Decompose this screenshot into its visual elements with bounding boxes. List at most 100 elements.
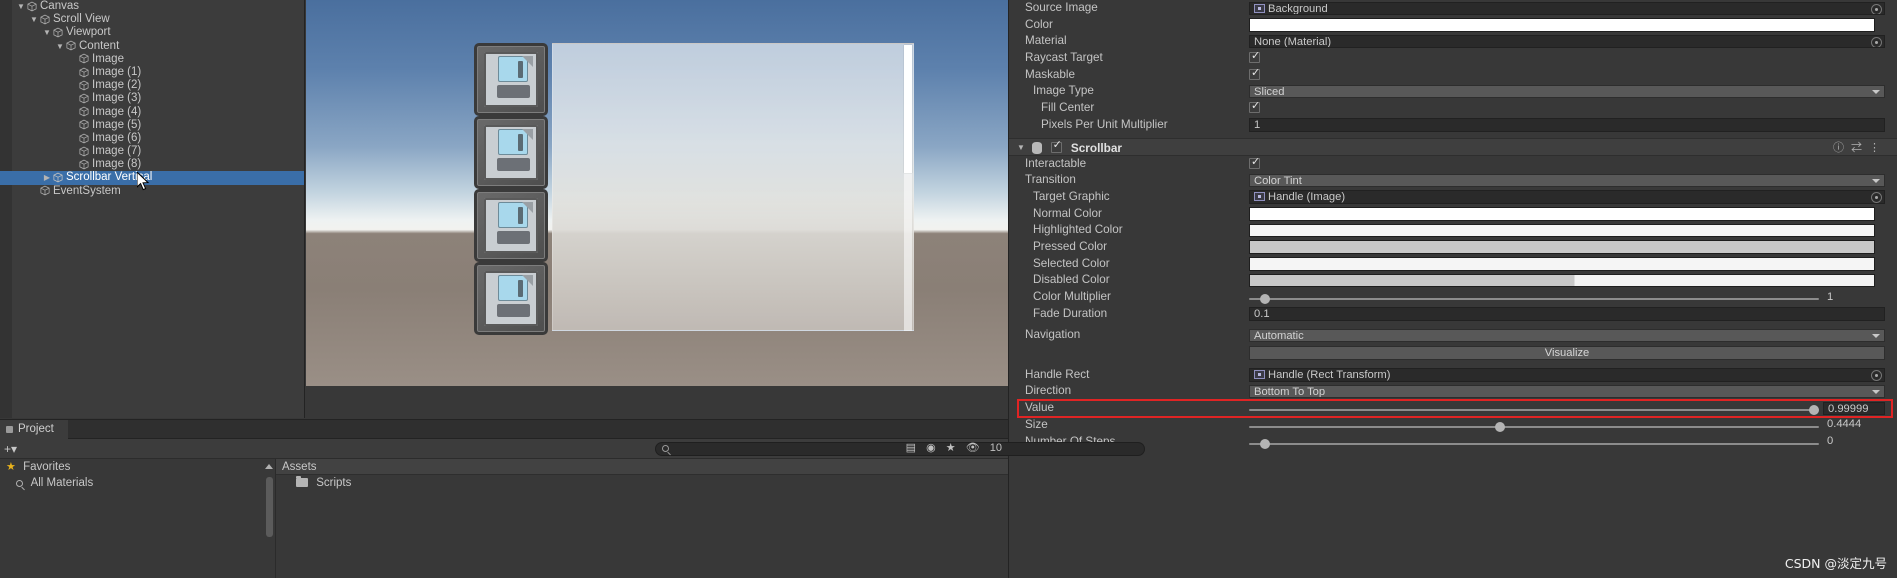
slider-knob[interactable] — [1495, 422, 1505, 432]
project-tree-scrollbar[interactable] — [266, 477, 273, 537]
pressed-color-swatch[interactable] — [1249, 240, 1875, 254]
scene-view[interactable] — [306, 0, 1008, 386]
fade-duration-row[interactable]: Fade Duration 0.1 — [1009, 306, 1897, 323]
scrollbar-enabled-checkbox[interactable] — [1051, 142, 1062, 153]
target-graphic-field[interactable]: Handle (Image) — [1249, 190, 1885, 204]
maskable-row[interactable]: Maskable — [1009, 67, 1897, 84]
color-multiplier-row[interactable]: Color Multiplier 1 — [1009, 289, 1897, 306]
foldout-triangle-icon[interactable]: ▶ — [68, 66, 78, 79]
hierarchy-item-eventsystem[interactable]: ▶EventSystem — [0, 185, 304, 198]
foldout-triangle-icon[interactable]: ▶ — [68, 158, 78, 171]
hierarchy-item-image-8[interactable]: ▶Image (8) — [0, 158, 304, 171]
size-slider[interactable] — [1249, 422, 1819, 432]
navigation-field[interactable]: Automatic — [1249, 329, 1885, 343]
transition-field[interactable]: Color Tint — [1249, 174, 1885, 188]
size-row[interactable]: Size 0.4444 — [1009, 417, 1897, 434]
interactable-row[interactable]: Interactable — [1009, 156, 1897, 173]
object-picker-icon[interactable] — [1871, 37, 1882, 48]
foldout-triangle-icon[interactable]: ▶ — [68, 145, 78, 158]
hierarchy-item-image-3[interactable]: ▶Image (3) — [0, 92, 304, 105]
hierarchy-item-image-4[interactable]: ▶Image (4) — [0, 106, 304, 119]
value-slider[interactable] — [1249, 405, 1819, 415]
hierarchy-item-image-2[interactable]: ▶Image (2) — [0, 79, 304, 92]
foldout-triangle-icon[interactable]: ▶ — [42, 171, 52, 184]
scene-scrollbar-handle[interactable] — [904, 45, 912, 173]
disabled-color-row[interactable]: Disabled Color — [1009, 272, 1897, 289]
normal-color-swatch[interactable] — [1249, 207, 1875, 221]
transition-row[interactable]: Transition Color Tint — [1009, 172, 1897, 189]
fill-center-checkbox[interactable] — [1249, 102, 1260, 113]
number-of-steps-slider[interactable] — [1249, 439, 1819, 449]
hierarchy-tree[interactable]: ▼Canvas▼Scroll View▼Viewport▼Content▶Ima… — [0, 0, 304, 198]
foldout-triangle-icon[interactable]: ▶ — [68, 92, 78, 105]
visualize-button[interactable]: Visualize — [1249, 346, 1885, 360]
disabled-color-swatch[interactable] — [1249, 274, 1875, 288]
project-panel[interactable]: Project +▾ ▤ ◉ ★ 👁 10 ★ Favorites All Ma… — [0, 419, 1008, 578]
color-field[interactable] — [1249, 18, 1875, 32]
image-type-field[interactable]: Sliced — [1249, 85, 1885, 99]
value-row[interactable]: Value 0.99999 — [1009, 400, 1897, 417]
project-toolbar-icons[interactable]: ▤ ◉ ★ 👁 10 — [899, 441, 1002, 454]
hierarchy-item-image-6[interactable]: ▶Image (6) — [0, 132, 304, 145]
normal-color-field[interactable] — [1249, 207, 1875, 221]
hierarchy-item-image-7[interactable]: ▶Image (7) — [0, 145, 304, 158]
scroll-up-arrow[interactable] — [265, 464, 273, 469]
maskable-checkbox[interactable] — [1249, 69, 1260, 80]
source-image-row[interactable]: Source Image Background — [1009, 0, 1897, 17]
navigation-row[interactable]: Navigation Automatic — [1009, 327, 1897, 344]
scripts-row[interactable]: Scripts — [276, 475, 1008, 491]
interactable-checkbox[interactable] — [1249, 158, 1260, 169]
pressed-color-field[interactable] — [1249, 240, 1875, 254]
favorites-row[interactable]: ★ Favorites — [0, 459, 275, 475]
foldout-triangle-icon[interactable]: ▶ — [68, 119, 78, 132]
pixels-per-unit-row[interactable]: Pixels Per Unit Multiplier 1 — [1009, 117, 1897, 134]
selected-color-row[interactable]: Selected Color — [1009, 256, 1897, 273]
foldout-triangle-icon[interactable]: ▶ — [68, 132, 78, 145]
foldout-triangle-icon[interactable]: ▶ — [68, 106, 78, 119]
normal-color-row[interactable]: Normal Color — [1009, 206, 1897, 223]
foldout-triangle-icon[interactable]: ▶ — [68, 53, 78, 66]
all-materials-row[interactable]: All Materials — [0, 475, 275, 491]
material-row[interactable]: Material None (Material) — [1009, 33, 1897, 50]
hidden-count-icon[interactable]: 👁 — [966, 441, 980, 454]
color-multiplier-slider[interactable] — [1249, 294, 1819, 304]
image-type-row[interactable]: Image Type Sliced — [1009, 83, 1897, 100]
inspector-panel[interactable]: Source Image Background Color Material N… — [1008, 0, 1897, 578]
direction-field[interactable]: Bottom To Top — [1249, 385, 1885, 399]
color-swatch[interactable] — [1249, 18, 1875, 32]
raycast-target-checkbox[interactable] — [1249, 52, 1260, 63]
hierarchy-item-canvas[interactable]: ▼Canvas — [0, 0, 304, 13]
hierarchy-panel[interactable]: ▼Canvas▼Scroll View▼Viewport▼Content▶Ima… — [0, 0, 305, 418]
hierarchy-item-content[interactable]: ▼Content — [0, 40, 304, 53]
highlighted-color-swatch[interactable] — [1249, 224, 1875, 238]
object-picker-icon[interactable] — [1871, 192, 1882, 203]
hierarchy-item-image-5[interactable]: ▶Image (5) — [0, 119, 304, 132]
size-value[interactable]: 0.4444 — [1823, 418, 1885, 432]
material-field[interactable]: None (Material) — [1249, 35, 1885, 49]
target-graphic-row[interactable]: Target Graphic Handle (Image) — [1009, 189, 1897, 206]
slider-knob[interactable] — [1260, 294, 1270, 304]
scene-scrollbar-track[interactable] — [904, 45, 912, 331]
handle-rect-row[interactable]: Handle Rect Handle (Rect Transform) — [1009, 367, 1897, 384]
project-tab-bar[interactable]: Project — [0, 420, 1008, 439]
selected-color-swatch[interactable] — [1249, 257, 1875, 271]
filter-type-icon[interactable]: ▤ — [906, 441, 916, 454]
value-number-field[interactable]: 0.99999 — [1823, 402, 1885, 416]
hierarchy-item-scroll-view[interactable]: ▼Scroll View — [0, 13, 304, 26]
project-tree-pane[interactable]: ★ Favorites All Materials — [0, 459, 276, 578]
slider-knob[interactable] — [1260, 439, 1270, 449]
fade-duration-field[interactable]: 0.1 — [1249, 307, 1885, 321]
foldout-triangle-icon[interactable]: ▼ — [29, 13, 39, 26]
project-body[interactable]: ★ Favorites All Materials Assets Scripts — [0, 459, 1008, 578]
foldout-triangle-icon[interactable]: ▼ — [42, 26, 52, 39]
foldout-triangle-icon[interactable]: ▶ — [29, 185, 39, 198]
color-multiplier-value[interactable]: 1 — [1823, 291, 1885, 305]
handle-rect-field[interactable]: Handle (Rect Transform) — [1249, 368, 1885, 382]
project-toolbar[interactable]: +▾ ▤ ◉ ★ 👁 10 — [0, 439, 1008, 459]
pixels-per-unit-field[interactable]: 1 — [1249, 118, 1885, 132]
selected-color-field[interactable] — [1249, 257, 1875, 271]
object-picker-icon[interactable] — [1871, 370, 1882, 381]
foldout-triangle-icon[interactable]: ▶ — [68, 79, 78, 92]
raycast-target-row[interactable]: Raycast Target — [1009, 50, 1897, 67]
fade-duration-value[interactable]: 0.1 — [1249, 307, 1885, 321]
